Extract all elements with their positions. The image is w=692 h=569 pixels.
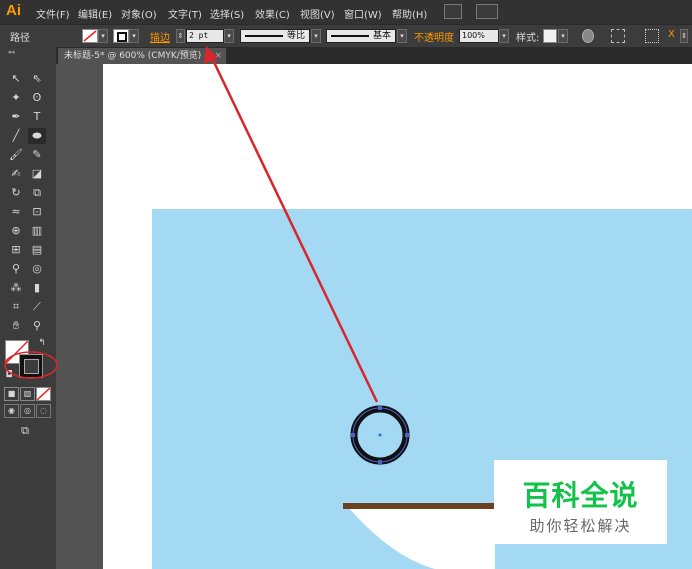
annotation-ellipse <box>4 351 58 379</box>
bowl-shape <box>348 507 495 569</box>
watermark: 百科全说 助你轻松解决 <box>494 460 667 544</box>
anchor-point-top <box>378 406 382 410</box>
center-point <box>378 433 382 437</box>
watermark-subtitle: 助你轻松解决 <box>529 517 632 535</box>
table-edge-shape <box>343 503 495 509</box>
anchor-point-right <box>405 433 409 437</box>
watermark-title: 百科全说 <box>522 479 639 512</box>
anchor-point-left <box>351 433 355 437</box>
anchor-point-bottom <box>378 460 382 464</box>
annotation-arrow-line <box>210 57 379 403</box>
annotation-arrow-head <box>204 46 218 64</box>
